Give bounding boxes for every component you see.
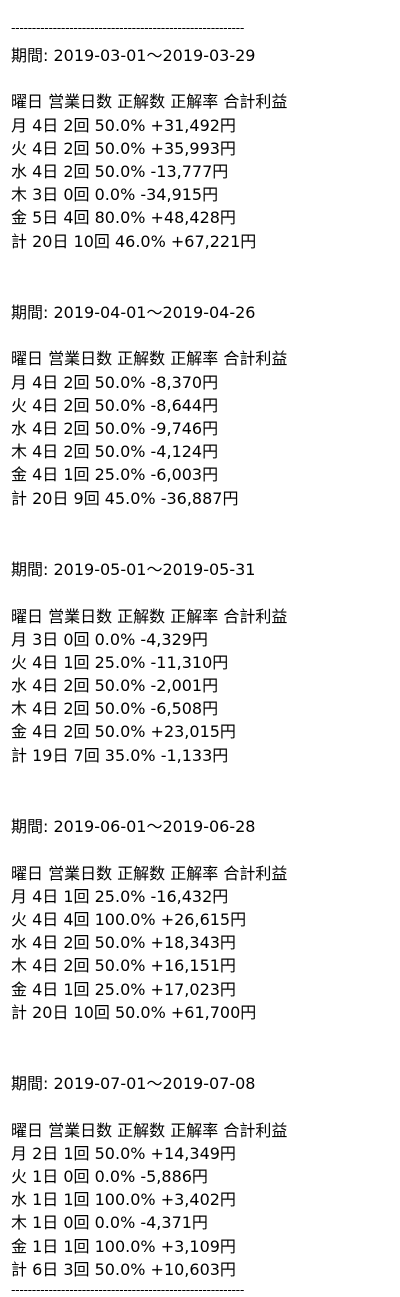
- period-separator: ～: [146, 303, 163, 323]
- total-row: 計 20日 9回 45.0% -36,887円: [11, 488, 239, 508]
- weekday-row: 火 4日 4回 100.0% +26,615円: [11, 909, 247, 929]
- weekday-row: 金 4日 2回 50.0% +23,015円: [11, 722, 236, 742]
- weekday-row: 水 4日 2回 50.0% -2,001円: [11, 676, 219, 696]
- period-start: 2019-04-01: [53, 303, 147, 323]
- total-row: 計 19日 7回 35.0% -1,133円: [11, 745, 229, 765]
- period-separator: ～: [146, 46, 163, 65]
- weekday-row: 月 4日 2回 50.0% +31,492円: [11, 115, 236, 135]
- period-end: 2019-07-08: [162, 1074, 256, 1094]
- table-header: 曜日 営業日数 正解数 正解率 合計利益: [11, 606, 288, 626]
- period-separator: ～: [146, 817, 163, 837]
- table-header: 曜日 営業日数 正解数 正解率 合計利益: [11, 863, 288, 883]
- total-row: 計 20日 10回 50.0% +61,700円: [11, 1002, 257, 1022]
- period-end: 2019-03-29: [162, 46, 256, 65]
- weekday-row: 木 4日 2回 50.0% -6,508円: [11, 699, 219, 719]
- weekday-row: 木 4日 2回 50.0% +16,151円: [11, 956, 236, 976]
- weekday-row: 火 4日 2回 50.0% +35,993円: [11, 138, 236, 158]
- table-header: 曜日 営業日数 正解数 正解率 合計利益: [11, 1120, 288, 1140]
- top-divider: ----------------------------------------…: [11, 21, 244, 35]
- period-line: 期間: 2019-05-01～2019-05-31: [11, 558, 396, 581]
- weekday-row: 水 4日 2回 50.0% -9,746円: [11, 419, 219, 439]
- period-line: 期間: 2019-07-01～2019-07-08: [11, 1072, 396, 1095]
- period-label: 期間:: [11, 560, 54, 580]
- bottom-divider: ----------------------------------------…: [11, 1283, 244, 1297]
- weekday-row: 金 4日 1回 25.0% +17,023円: [11, 979, 236, 999]
- weekday-row: 金 4日 1回 25.0% -6,003円: [11, 465, 219, 485]
- period-line: 期間: 2019-04-01～2019-04-26: [11, 301, 396, 324]
- period-separator: ～: [146, 1074, 163, 1094]
- period-line: 期間: 2019-03-01～2019-03-29: [11, 44, 396, 67]
- weekday-row: 水 4日 2回 50.0% -13,777円: [11, 161, 229, 181]
- weekday-row: 月 4日 2回 50.0% -8,370円: [11, 372, 219, 392]
- period-section: 期間: 2019-03-01～2019-03-29 曜日 営業日数 正解数 正解率…: [11, 44, 396, 253]
- period-label: 期間:: [11, 46, 54, 65]
- weekday-row: 火 4日 1回 25.0% -11,310円: [11, 652, 229, 672]
- total-row: 計 20日 10回 46.0% +67,221円: [11, 231, 257, 251]
- weekday-row: 月 2日 1回 50.0% +14,349円: [11, 1143, 236, 1163]
- period-end: 2019-06-28: [162, 817, 256, 837]
- period-line: 期間: 2019-06-01～2019-06-28: [11, 815, 396, 838]
- period-start: 2019-05-01: [53, 560, 147, 580]
- period-section: 期間: 2019-06-01～2019-06-28 曜日 営業日数 正解数 正解率…: [11, 815, 396, 1024]
- weekday-row: 木 3日 0回 0.0% -34,915円: [11, 185, 219, 205]
- period-label: 期間:: [11, 303, 54, 323]
- period-separator: ～: [146, 560, 163, 580]
- period-start: 2019-07-01: [53, 1074, 147, 1094]
- total-row: 計 6日 3回 50.0% +10,603円: [11, 1259, 236, 1279]
- period-start: 2019-03-01: [53, 46, 147, 65]
- table-header: 曜日 営業日数 正解数 正解率 合計利益: [11, 92, 288, 112]
- weekday-row: 木 4日 2回 50.0% -4,124円: [11, 442, 219, 462]
- period-section: 期間: 2019-04-01～2019-04-26 曜日 営業日数 正解数 正解率…: [11, 301, 396, 510]
- weekday-row: 水 1日 1回 100.0% +3,402円: [11, 1190, 236, 1210]
- period-section: 期間: 2019-07-01～2019-07-08 曜日 営業日数 正解数 正解率…: [11, 1072, 396, 1281]
- period-label: 期間:: [11, 817, 54, 837]
- report-sections: 期間: 2019-03-01～2019-03-29 曜日 営業日数 正解数 正解率…: [11, 44, 396, 1281]
- weekday-row: 月 3日 0回 0.0% -4,329円: [11, 629, 208, 649]
- report-document: ----------------------------------------…: [11, 21, 396, 1297]
- weekday-row: 金 1日 1回 100.0% +3,109円: [11, 1236, 236, 1256]
- period-start: 2019-06-01: [53, 817, 147, 837]
- period-end: 2019-05-31: [162, 560, 256, 580]
- weekday-row: 木 1日 0回 0.0% -4,371円: [11, 1213, 208, 1233]
- period-label: 期間:: [11, 1074, 54, 1094]
- table-header: 曜日 営業日数 正解数 正解率 合計利益: [11, 349, 288, 369]
- weekday-row: 水 4日 2回 50.0% +18,343円: [11, 933, 236, 953]
- weekday-row: 月 4日 1回 25.0% -16,432円: [11, 886, 229, 906]
- period-section: 期間: 2019-05-01～2019-05-31 曜日 営業日数 正解数 正解率…: [11, 558, 396, 767]
- weekday-row: 火 4日 2回 50.0% -8,644円: [11, 395, 219, 415]
- period-end: 2019-04-26: [162, 303, 256, 323]
- weekday-row: 金 5日 4回 80.0% +48,428円: [11, 208, 236, 228]
- weekday-row: 火 1日 0回 0.0% -5,886円: [11, 1167, 208, 1187]
